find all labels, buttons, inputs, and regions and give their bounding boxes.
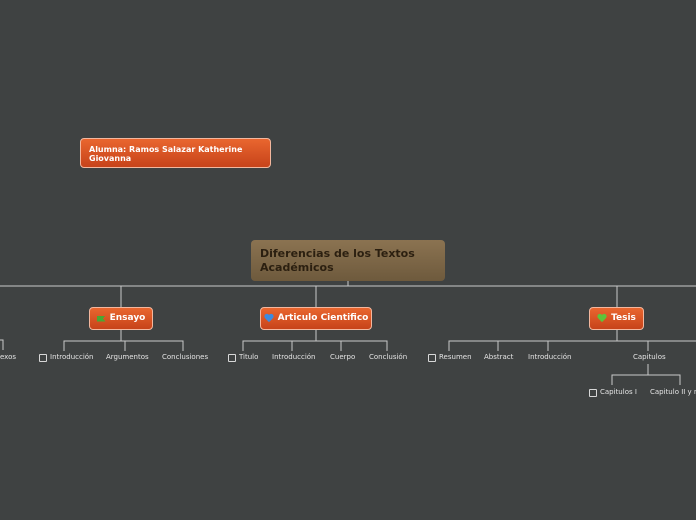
connector-tesis-subs: [448, 330, 696, 351]
subtopic-articulo-titulo[interactable]: Titulo: [228, 353, 258, 362]
subtopic-label: Resumen: [439, 353, 472, 361]
subtopic-label: Capitulos I: [600, 388, 637, 396]
connector-capitulos-subs: [611, 364, 681, 385]
subtopic-articulo-conclusion[interactable]: Conclusión: [369, 353, 407, 362]
green-heart-icon: [597, 314, 607, 323]
topic-articulo-label: Articulo Cientifico: [277, 313, 369, 323]
subtopic-label: Argumentos: [106, 353, 149, 361]
subtopic-label: Titulo: [239, 353, 259, 361]
subtopic-label: Introducción: [528, 353, 572, 361]
subtopic-label: Cuerpo: [330, 353, 356, 361]
checkbox-icon[interactable]: [428, 353, 436, 362]
connector-ensayo-subs: [63, 330, 184, 351]
topic-tesis-label: Tesis: [611, 313, 636, 323]
subtopic-ensayo-conclusiones[interactable]: Conclusiones: [162, 353, 208, 362]
subtopic-label: Abstract: [484, 353, 514, 361]
subtopic-label: Conclusión: [369, 353, 408, 361]
subtopic-ensayo-introduccion[interactable]: Introducción: [39, 353, 94, 362]
subtopic-ensayo-argumentos[interactable]: Argumentos: [106, 353, 149, 362]
blue-heart-icon: [264, 314, 274, 323]
subtopic-label: Introducción: [50, 353, 94, 361]
green-flag-icon: [96, 315, 106, 322]
subtopic-capitulos-i[interactable]: Capitulos I: [589, 388, 637, 397]
topic-tesis[interactable]: Tesis: [589, 307, 644, 330]
subtopic-label: exos: [0, 353, 17, 361]
topic-articulo-cientifico[interactable]: Articulo Cientifico: [260, 307, 372, 330]
subtopic-left-partial[interactable]: exos: [0, 353, 16, 362]
subtopic-label: Conclusiones: [162, 353, 209, 361]
checkbox-icon[interactable]: [228, 353, 236, 362]
mind-map-canvas: Alumna: Ramos Salazar Katherine Giovanna…: [0, 0, 696, 520]
subtopic-label: Capitulo II y r: [650, 388, 696, 396]
note-text: Alumna: Ramos Salazar Katherine Giovanna: [89, 145, 243, 163]
topic-ensayo-label: Ensayo: [109, 313, 146, 323]
checkbox-icon[interactable]: [589, 388, 597, 397]
connector-left-partial: [0, 339, 4, 350]
subtopic-label: Introducción: [272, 353, 316, 361]
subtopic-tesis-abstract[interactable]: Abstract: [484, 353, 513, 362]
subtopic-capitulos-ii[interactable]: Capitulo II y r: [650, 388, 696, 397]
subtopic-tesis-introduccion[interactable]: Introducción: [528, 353, 572, 362]
subtopic-articulo-cuerpo[interactable]: Cuerpo: [330, 353, 355, 362]
subtopic-label: Capitulos: [633, 353, 666, 361]
checkbox-icon[interactable]: [39, 353, 47, 362]
subtopic-tesis-resumen[interactable]: Resumen: [428, 353, 472, 362]
central-topic[interactable]: Diferencias de los Textos Académicos: [251, 240, 445, 281]
central-title: Diferencias de los Textos Académicos: [260, 247, 415, 274]
subtopic-tesis-capitulos[interactable]: Capitulos: [633, 353, 666, 362]
note-student-name[interactable]: Alumna: Ramos Salazar Katherine Giovanna: [80, 138, 271, 168]
connector-articulo-subs: [242, 330, 388, 351]
subtopic-articulo-introduccion[interactable]: Introducción: [272, 353, 316, 362]
topic-ensayo[interactable]: Ensayo: [89, 307, 153, 330]
